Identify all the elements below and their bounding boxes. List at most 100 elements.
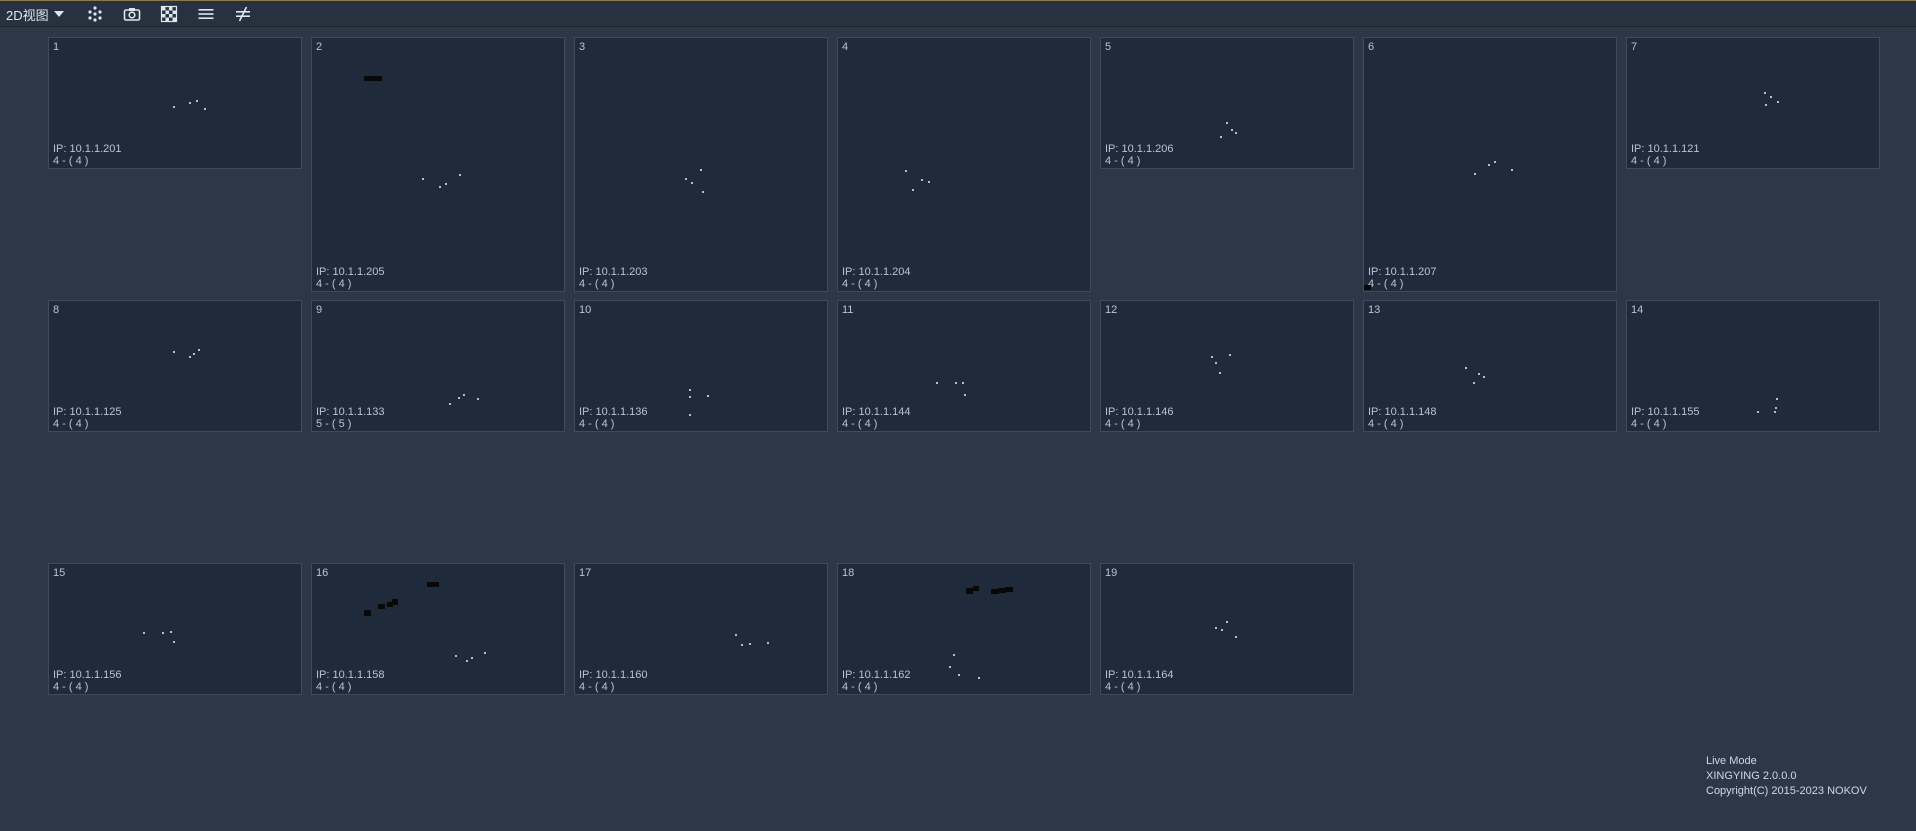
camera-view-panel[interactable]: 13 IP: 10.1.1.148 4 - ( 4 ) [1363,300,1617,432]
checkerboard-icon[interactable] [160,5,178,23]
marker-count-label: 4 - ( 4 ) [842,681,878,693]
camera-view-panel[interactable]: 11 IP: 10.1.1.144 4 - ( 4 ) [837,300,1091,432]
camera-ip-label: IP: 10.1.1.133 [316,406,385,418]
marker-point [962,382,964,384]
marker-point [949,666,951,668]
marker-point [1474,173,1476,175]
noise-blob [364,610,371,616]
marker-point [198,349,200,351]
marker-point [749,643,751,645]
camera-number: 2 [316,41,323,53]
camera-view-panel[interactable]: 8 IP: 10.1.1.125 4 - ( 4 ) [48,300,302,432]
not-equal-icon[interactable] [234,5,252,23]
marker-point [170,631,172,633]
marker-count-label: 4 - ( 4 ) [1105,155,1141,167]
marker-count-label: 4 - ( 4 ) [579,681,615,693]
camera-ip-label: IP: 10.1.1.156 [53,669,122,681]
marker-point [685,178,687,180]
camera-ip-label: IP: 10.1.1.204 [842,266,911,278]
camera-ip-label: IP: 10.1.1.155 [1631,406,1700,418]
marker-point [1776,398,1778,400]
camera-number: 8 [53,304,60,316]
marker-count-label: 4 - ( 4 ) [53,155,89,167]
toolbar: 2D视图 [0,0,1916,27]
camera-view-panel[interactable]: 4 IP: 10.1.1.204 4 - ( 4 ) [837,37,1091,292]
view-mode-dropdown[interactable]: 2D视图 [6,4,64,24]
camera-number: 3 [579,41,586,53]
marker-point [196,100,198,102]
marker-point [1219,372,1221,374]
marker-count-label: 4 - ( 4 ) [53,418,89,430]
marker-count-label: 4 - ( 4 ) [316,278,352,290]
marker-point [735,634,737,636]
camera-view-panel[interactable]: 10 IP: 10.1.1.136 4 - ( 4 ) [574,300,828,432]
marker-point [173,351,175,353]
camera-ip-label: IP: 10.1.1.144 [842,406,911,418]
camera-number: 1 [53,41,60,53]
marker-point [1221,629,1223,631]
marker-point [162,632,164,634]
marker-point [921,179,923,181]
camera-ip-label: IP: 10.1.1.206 [1105,143,1174,155]
camera-view-panel[interactable]: 6 IP: 10.1.1.207 4 - ( 4 ) [1363,37,1617,292]
camera-ip-label: IP: 10.1.1.148 [1368,406,1437,418]
chevron-down-icon [53,11,64,17]
camera-ip-label: IP: 10.1.1.205 [316,266,385,278]
camera-view-panel[interactable]: 12 IP: 10.1.1.146 4 - ( 4 ) [1100,300,1354,432]
camera-ip-label: IP: 10.1.1.146 [1105,406,1174,418]
marker-count-label: 4 - ( 4 ) [1631,418,1667,430]
camera-ip-label: IP: 10.1.1.136 [579,406,648,418]
marker-point [1483,376,1485,378]
camera-number: 13 [1368,304,1381,316]
copyright-label: Copyright(C) 2015-2023 NOKOV [1706,785,1867,797]
marker-point [1229,354,1231,356]
noise-blob [427,582,439,587]
marker-point [463,394,465,396]
camera-view-panel[interactable]: 17 IP: 10.1.1.160 4 - ( 4 ) [574,563,828,695]
list-icon[interactable] [197,5,215,23]
camera-view-panel[interactable]: 18 IP: 10.1.1.162 4 - ( 4 ) [837,563,1091,695]
marker-point [689,396,691,398]
markers-icon[interactable] [86,5,104,23]
marker-point [1774,411,1776,413]
marker-point [439,186,441,188]
camera-view-panel[interactable]: 14 IP: 10.1.1.155 4 - ( 4 ) [1626,300,1880,432]
camera-view-panel[interactable]: 16 IP: 10.1.1.158 4 - ( 4 ) [311,563,565,695]
camera-ip-label: IP: 10.1.1.121 [1631,143,1700,155]
marker-point [422,178,424,180]
marker-count-label: 4 - ( 4 ) [1368,418,1404,430]
marker-point [1220,136,1222,138]
camera-number: 17 [579,567,592,579]
camera-view-panel[interactable]: 3 IP: 10.1.1.203 4 - ( 4 ) [574,37,828,292]
camera-view-panel[interactable]: 2 IP: 10.1.1.205 4 - ( 4 ) [311,37,565,292]
version-label: XINGYING 2.0.0.0 [1706,770,1797,782]
marker-point [204,108,206,110]
marker-point [459,174,461,176]
marker-point [691,182,693,184]
camera-view-panel[interactable]: 5 IP: 10.1.1.206 4 - ( 4 ) [1100,37,1354,169]
marker-point [1764,92,1766,94]
camera-view-panel[interactable]: 15 IP: 10.1.1.156 4 - ( 4 ) [48,563,302,695]
camera-view-panel[interactable]: 9 IP: 10.1.1.133 5 - ( 5 ) [311,300,565,432]
marker-count-label: 4 - ( 4 ) [1105,418,1141,430]
marker-point [173,641,175,643]
camera-number: 19 [1105,567,1118,579]
marker-count-label: 4 - ( 4 ) [842,418,878,430]
marker-point [1231,129,1233,131]
marker-point [1226,621,1228,623]
camera-number: 14 [1631,304,1644,316]
camera-view-panel[interactable]: 19 IP: 10.1.1.164 4 - ( 4 ) [1100,563,1354,695]
camera-number: 10 [579,304,592,316]
camera-icon[interactable] [123,5,141,23]
marker-point [193,353,195,355]
marker-point [702,191,704,193]
camera-number: 18 [842,567,855,579]
camera-view-panel[interactable]: 1 IP: 10.1.1.201 4 - ( 4 ) [48,37,302,169]
camera-ip-label: IP: 10.1.1.125 [53,406,122,418]
marker-point [905,170,907,172]
marker-point [1765,104,1767,106]
marker-point [767,642,769,644]
marker-point [964,394,966,396]
camera-ip-label: IP: 10.1.1.201 [53,143,122,155]
camera-view-panel[interactable]: 7 IP: 10.1.1.121 4 - ( 4 ) [1626,37,1880,169]
